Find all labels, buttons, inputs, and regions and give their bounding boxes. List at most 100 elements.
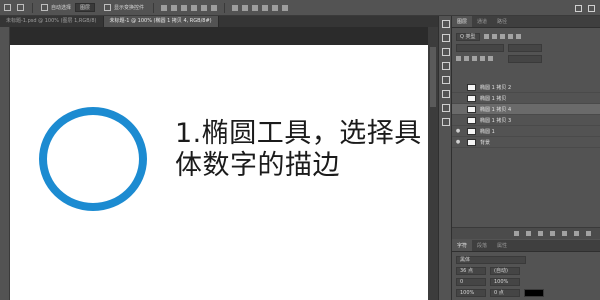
scrollbar-thumb[interactable] xyxy=(430,47,436,107)
eye-icon[interactable]: ● xyxy=(454,139,462,145)
new-layer-icon[interactable] xyxy=(574,231,579,236)
move-tool-icon[interactable] xyxy=(17,4,24,11)
workspace-icon[interactable] xyxy=(588,4,595,12)
ellipse-shape[interactable] xyxy=(39,107,147,211)
layer-name: 椭圆 1 拷贝 xyxy=(480,95,507,102)
layer-name: 椭圆 1 拷贝 2 xyxy=(480,84,512,91)
vertical-scale-field[interactable]: 100% xyxy=(490,277,520,286)
layer-row[interactable]: ● 椭圆 1 xyxy=(452,126,600,137)
tracking-field[interactable]: 0 xyxy=(456,277,486,286)
tab-character[interactable]: 字符 xyxy=(452,240,473,251)
opacity-field[interactable] xyxy=(508,43,542,52)
distribute-icon[interactable] xyxy=(262,4,269,11)
mask-icon[interactable] xyxy=(538,231,543,236)
panel-tabs: 图层 通道 路径 xyxy=(452,16,600,28)
align-right-icon[interactable] xyxy=(181,4,188,11)
filter-shape-icon[interactable] xyxy=(507,34,513,39)
history-icon[interactable] xyxy=(442,20,450,28)
layers-list: 椭圆 1 拷贝 2 椭圆 1 拷贝 椭圆 1 拷贝 4 椭圆 1 拷贝 3 ● … xyxy=(452,82,600,148)
fx-icon[interactable] xyxy=(526,231,531,236)
align-middle-icon[interactable] xyxy=(201,4,208,11)
tab-paths[interactable]: 路径 xyxy=(492,16,512,27)
layer-name: 椭圆 1 xyxy=(480,128,495,135)
blend-mode-dropdown[interactable] xyxy=(456,43,504,52)
leading-field[interactable]: (自动) xyxy=(490,266,520,275)
lock-transparent-icon[interactable] xyxy=(456,56,461,61)
adjustments-icon[interactable] xyxy=(442,48,450,56)
brush-settings-icon[interactable] xyxy=(442,104,450,112)
tab-paragraph[interactable]: 段落 xyxy=(472,240,492,251)
link-layers-icon[interactable] xyxy=(514,231,519,236)
layer-row[interactable]: 椭圆 1 拷贝 3 xyxy=(452,115,600,126)
canvas-headline: 1.椭圆工具，选择具体数字的描边 xyxy=(175,118,422,181)
paths-icon[interactable] xyxy=(442,90,450,98)
scale-row: 100% 0 点 xyxy=(452,287,600,298)
font-family-dropdown[interactable]: 黑体 xyxy=(456,255,526,264)
home-icon[interactable] xyxy=(4,4,11,11)
layer-row[interactable]: 椭圆 1 拷贝 2 xyxy=(452,82,600,93)
size-row: 36 点 (自动) xyxy=(452,265,600,276)
group-icon[interactable] xyxy=(562,231,567,236)
trash-icon[interactable] xyxy=(586,231,591,236)
lock-paint-icon[interactable] xyxy=(464,56,469,61)
doc-tab-1[interactable]: 未标题-1.psd @ 100% (图层 1,RGB/8) xyxy=(0,16,104,27)
auto-select-dropdown[interactable]: 图层 xyxy=(75,3,96,12)
blend-row xyxy=(452,42,600,53)
filter-pixel-icon[interactable] xyxy=(483,34,489,39)
tab-channels[interactable]: 通道 xyxy=(472,16,492,27)
swatches-icon[interactable] xyxy=(442,76,450,84)
options-right xyxy=(572,0,600,16)
lock-row xyxy=(452,53,600,64)
layer-row[interactable]: 椭圆 1 拷贝 xyxy=(452,93,600,104)
layer-row-selected[interactable]: 椭圆 1 拷贝 4 xyxy=(452,104,600,115)
layer-name: 椭圆 1 拷贝 3 xyxy=(480,117,512,124)
clone-source-icon[interactable] xyxy=(442,118,450,126)
layer-kind-filter[interactable]: Q 类型 xyxy=(456,32,480,41)
doc-tab-2[interactable]: 未标题-1 @ 100% (椭圆 1 拷贝 4, RGB/8#) xyxy=(103,16,219,27)
tab-properties[interactable]: 属性 xyxy=(492,240,512,251)
align-left-icon[interactable] xyxy=(161,4,168,11)
layer-name: 椭圆 1 拷贝 4 xyxy=(480,106,512,113)
fill-field[interactable] xyxy=(508,54,542,63)
distribute-icon[interactable] xyxy=(232,4,239,11)
tab-layers[interactable]: 图层 xyxy=(452,16,473,27)
eye-icon[interactable]: ● xyxy=(454,128,462,134)
layers-panel: 图层 通道 路径 Q 类型 椭圆 1 拷贝 2 椭圆 1 拷贝 椭圆 1 拷贝 … xyxy=(452,16,600,300)
character-panel: 字符 段落 属性 黑体 36 点 (自动) 0 100% 100% 0 点 xyxy=(452,240,600,300)
align-bottom-icon[interactable] xyxy=(211,4,218,11)
align-center-icon[interactable] xyxy=(171,4,178,11)
horizontal-scale-field[interactable]: 100% xyxy=(456,288,486,297)
lock-move-icon[interactable] xyxy=(472,56,477,61)
divider xyxy=(153,2,155,13)
adjustment-layer-icon[interactable] xyxy=(550,231,555,236)
filter-adjust-icon[interactable] xyxy=(491,34,497,39)
layer-row[interactable]: ● 背景 xyxy=(452,137,600,148)
layer-filter-row: Q 类型 xyxy=(452,31,600,42)
tools-panel xyxy=(0,27,10,300)
align-top-icon[interactable] xyxy=(191,4,198,11)
color-swatch[interactable] xyxy=(524,288,544,297)
filter-smart-icon[interactable] xyxy=(515,34,521,39)
lock-artboard-icon[interactable] xyxy=(480,56,485,61)
layer-thumbnail xyxy=(467,138,476,146)
libraries-icon[interactable] xyxy=(442,62,450,70)
distribute-icon[interactable] xyxy=(252,4,259,11)
divider xyxy=(32,2,33,13)
divider xyxy=(224,2,226,13)
layer-thumbnail xyxy=(467,127,476,135)
baseline-shift-field[interactable]: 0 点 xyxy=(490,288,520,297)
properties-icon[interactable] xyxy=(442,34,450,42)
font-size-field[interactable]: 36 点 xyxy=(456,266,486,275)
lock-all-icon[interactable] xyxy=(488,56,493,61)
distribute-icon[interactable] xyxy=(272,4,279,11)
search-icon[interactable] xyxy=(575,4,582,12)
auto-select-checkbox[interactable] xyxy=(41,4,48,11)
layers-footer xyxy=(452,227,600,239)
vertical-scrollbar[interactable] xyxy=(428,27,438,300)
distribute-icon[interactable] xyxy=(242,4,249,11)
layer-thumbnail xyxy=(467,94,476,102)
options-bar: 自动选择 图层 显示变换控件 xyxy=(0,0,600,16)
filter-type-icon[interactable] xyxy=(499,34,505,39)
more-options-icon[interactable] xyxy=(282,4,289,11)
show-transform-checkbox[interactable] xyxy=(104,4,112,11)
